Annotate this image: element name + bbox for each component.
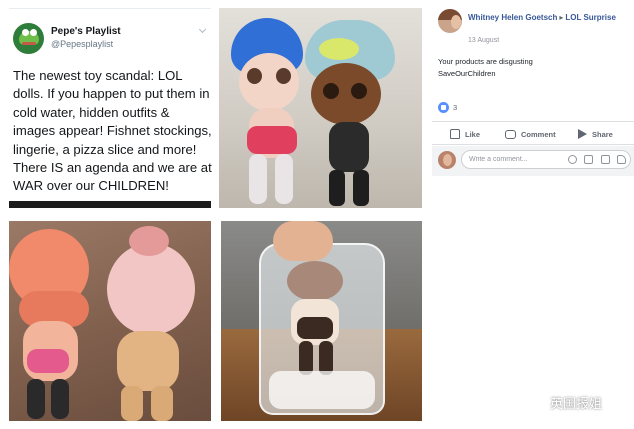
avatar[interactable] (438, 9, 462, 33)
photo-dolls-back (9, 221, 211, 421)
pepe-frog-avatar[interactable] (13, 23, 44, 54)
photo-doll-in-jar (221, 221, 422, 421)
post-body-line: Your products are disgusting (438, 57, 533, 66)
thumbs-up-icon (450, 129, 460, 139)
divider-bar (9, 201, 211, 208)
tweet-text: The newest toy scandal: LOL dolls. If yo… (13, 68, 212, 194)
post-author-link[interactable]: Whitney Helen Goetsch (468, 13, 557, 22)
commenter-avatar (438, 151, 456, 169)
watermark: 英国报姐 (528, 390, 634, 412)
post-author-line: Whitney Helen Goetsch ▸ LOL Surprise (468, 12, 628, 23)
camera-icon[interactable] (584, 155, 594, 164)
share-icon (578, 129, 587, 139)
like-reaction-icon (438, 102, 449, 113)
gif-icon[interactable] (600, 155, 610, 164)
share-button[interactable]: Share (578, 126, 613, 142)
post-hashtag[interactable]: SaveOurChildren (438, 68, 628, 80)
tweet-display-name[interactable]: Pepe's Playlist (51, 26, 121, 37)
sticker-icon[interactable] (616, 155, 626, 164)
chevron-down-icon[interactable] (197, 25, 209, 37)
comment-icon (505, 129, 516, 139)
like-label: Like (465, 129, 481, 139)
facebook-post: Whitney Helen Goetsch ▸ LOL Surprise 13 Au… (432, 0, 634, 180)
comment-button[interactable]: Comment (505, 126, 556, 142)
photo-two-dolls (219, 8, 422, 208)
share-label: Share (592, 129, 613, 139)
post-action-bar: Like Comment Share (432, 121, 634, 145)
tweet-header: Pepe's Playlist @Pepesplaylist (9, 23, 211, 59)
post-body: Your products are disgusting SaveOurChil… (438, 56, 628, 79)
tweet-card: Pepe's Playlist @Pepesplaylist The newes… (9, 8, 212, 208)
comment-composer (432, 146, 634, 176)
like-button[interactable]: Like (450, 126, 480, 142)
reaction-count: 3 (453, 103, 458, 112)
wechat-icon (528, 392, 546, 408)
comment-label: Comment (521, 129, 556, 139)
post-target-link[interactable]: LOL Surprise (565, 13, 616, 22)
composer-icons (568, 155, 626, 165)
tweet-handle[interactable]: @Pepesplaylist (51, 39, 113, 49)
emoji-icon[interactable] (568, 155, 577, 164)
post-date[interactable]: 13 August (468, 37, 499, 44)
watermark-text: 英国报姐 (550, 396, 603, 411)
